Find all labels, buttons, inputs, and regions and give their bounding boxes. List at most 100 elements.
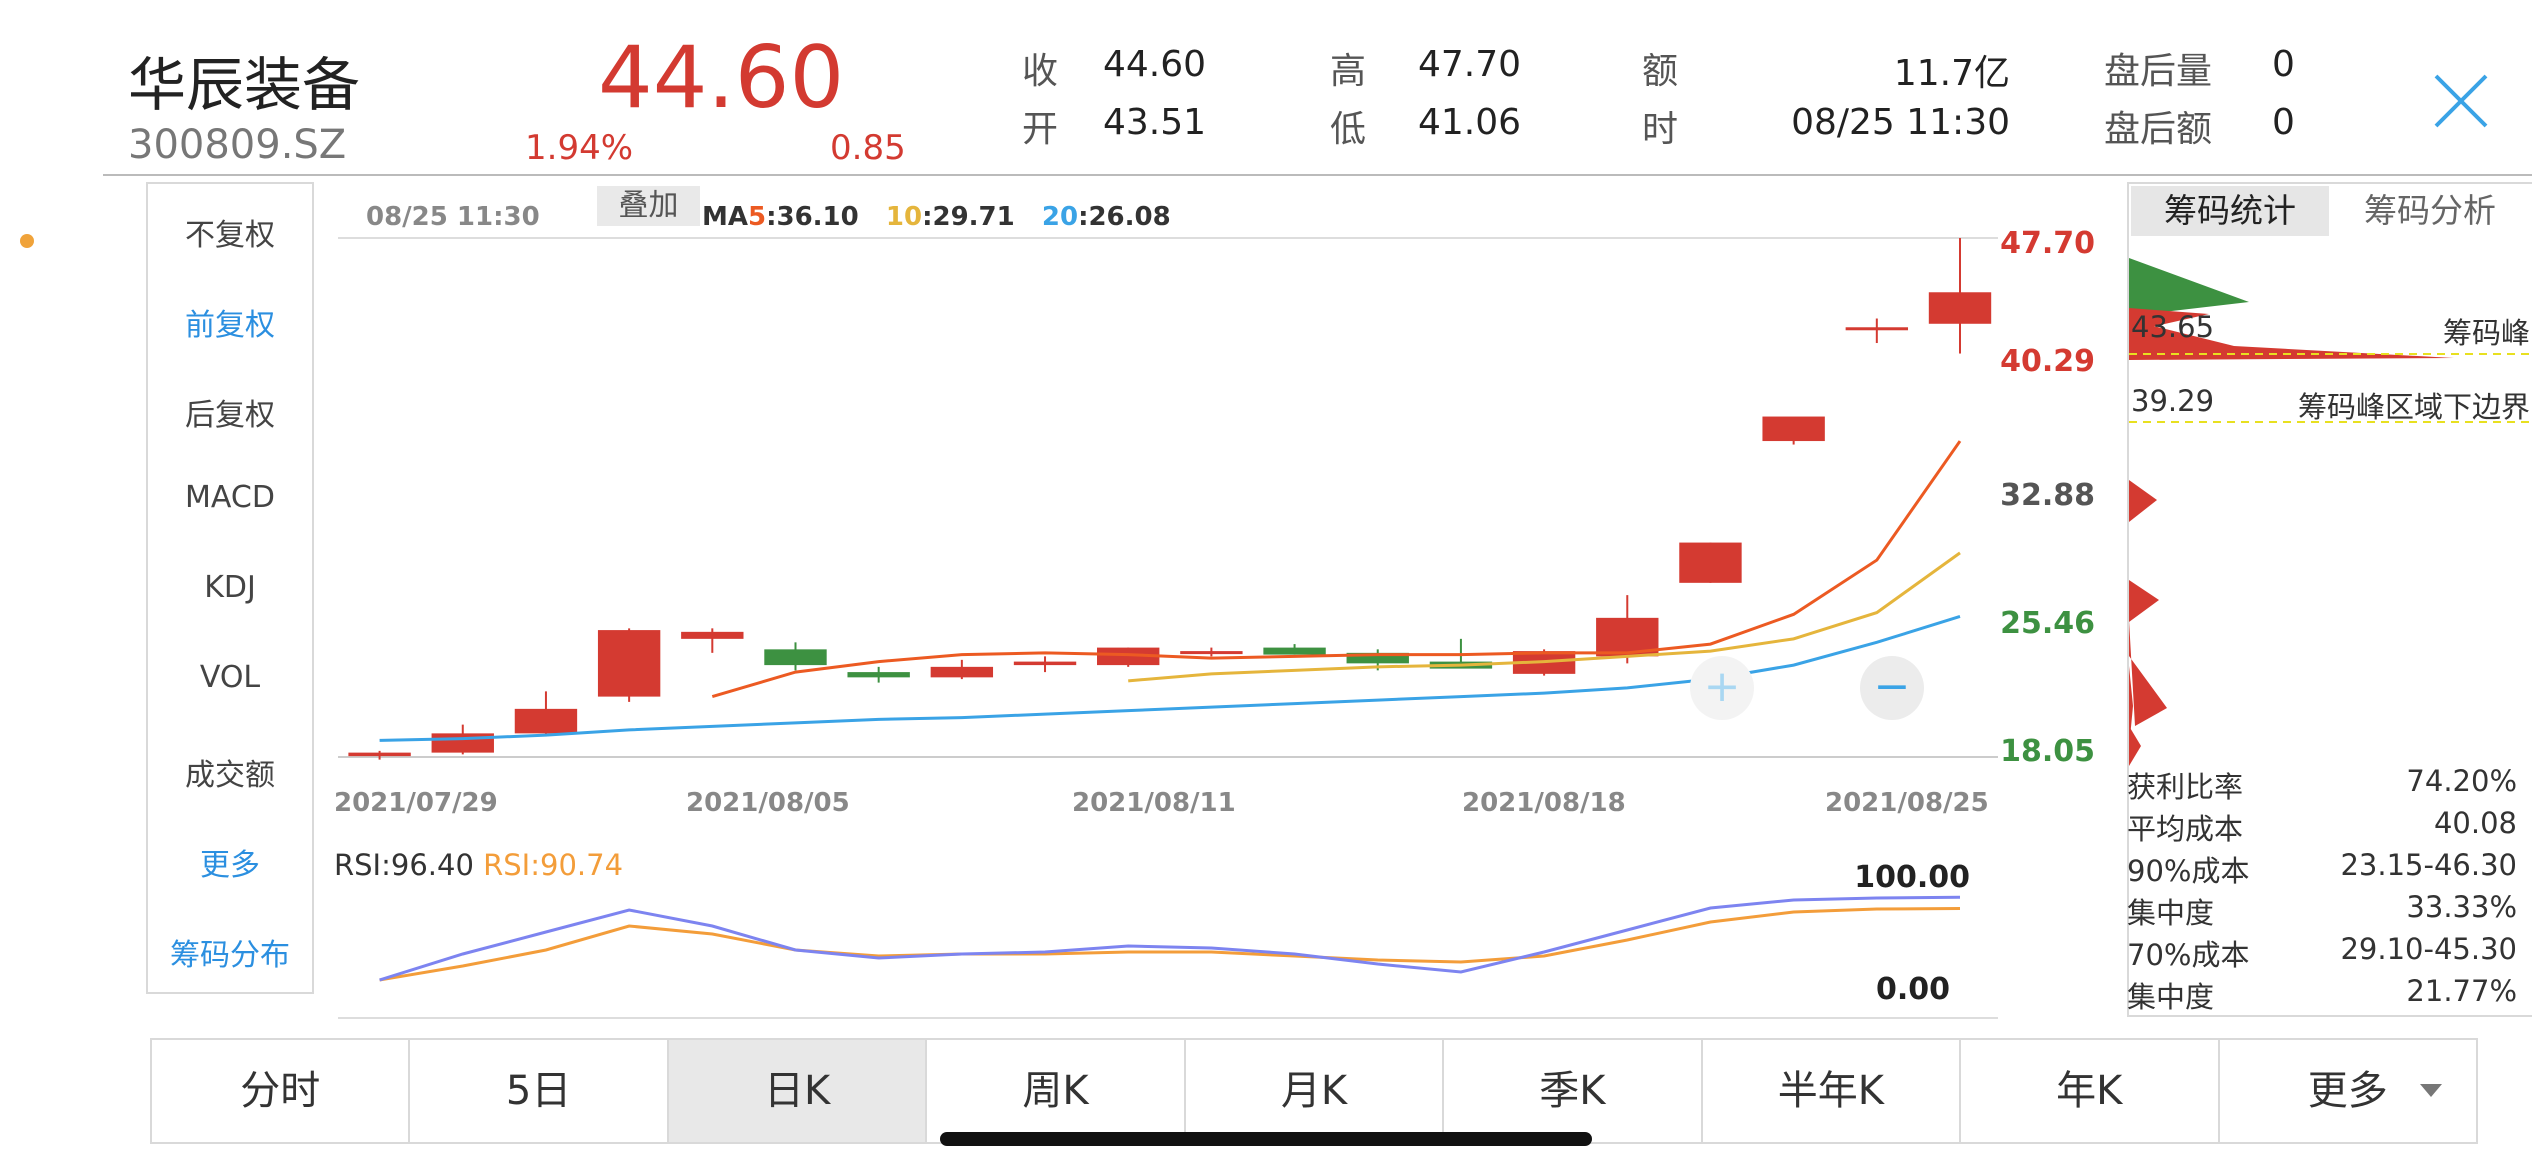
candle-body	[764, 649, 827, 666]
high-label: 高	[1330, 51, 1367, 92]
after-hours-amount-value: 0	[2272, 102, 2295, 143]
rsi-y-min: 0.00	[1875, 972, 1950, 1007]
tab-more[interactable]: 更多	[2220, 1040, 2476, 1142]
menu-kdj[interactable]: KDJ	[148, 570, 312, 605]
tab-quarterly-k[interactable]: 季K	[1444, 1040, 1703, 1142]
stat-profit-ratio: 获利比率 74.20%	[2127, 764, 2517, 806]
tab-monthly-k[interactable]: 月K	[1186, 1040, 1445, 1142]
tab-half-year-k[interactable]: 半年K	[1703, 1040, 1962, 1142]
candle-body	[1928, 292, 1992, 324]
tab-yearly-k[interactable]: 年K	[1961, 1040, 2220, 1142]
stat-value: 21.77%	[2406, 974, 2517, 1008]
after-hours-volume-label: 盘后量	[2104, 51, 2213, 92]
indicator-dot	[20, 234, 34, 248]
candle-body	[681, 631, 744, 639]
chevron-down-icon	[2419, 1084, 2442, 1097]
zoom-in-icon: +	[1703, 661, 1741, 712]
x-label-1: 2021/07/29	[334, 788, 498, 818]
stat-average-cost: 平均成本 40.08	[2127, 806, 2517, 848]
x-label-3: 2021/08/11	[1072, 788, 1236, 818]
stock-name: 华辰装备	[128, 51, 361, 119]
candle-body	[514, 708, 578, 734]
menu-turnover[interactable]: 成交额	[148, 750, 312, 794]
menu-vol[interactable]: VOL	[148, 660, 312, 695]
candle-body	[1762, 416, 1825, 442]
stat-value: 23.15-46.30	[2340, 848, 2517, 882]
period-tabs: 分时 5日 日K 周K 月K 季K 半年K 年K 更多	[150, 1038, 2478, 1144]
lower-boundary-price: 39.29	[2131, 384, 2215, 418]
tab-chip-analysis[interactable]: 筹码分析	[2331, 186, 2529, 236]
stat-value: 33.33%	[2406, 890, 2517, 924]
stat-label: 70%成本	[2127, 938, 2250, 972]
open-value: 43.51	[1103, 102, 1207, 143]
header-divider	[103, 174, 2532, 176]
rsi-1-label: RSI:96.40	[334, 848, 474, 882]
change-amount: 0.85	[830, 128, 906, 168]
menu-backward-adjust[interactable]: 后复权	[148, 390, 312, 434]
y-label-max: 47.70	[2000, 226, 2095, 261]
zoom-out-icon: −	[1873, 661, 1911, 712]
close-label: 收	[1022, 51, 1059, 92]
menu-macd[interactable]: MACD	[148, 480, 312, 515]
turnover-label: 额	[1642, 51, 1679, 92]
stat-cost-90: 90%成本 23.15-46.30	[2127, 848, 2517, 890]
candle-body	[930, 666, 994, 678]
candle-body	[1679, 542, 1742, 583]
rsi-legend: RSI:96.40 RSI:90.74	[334, 848, 623, 882]
lower-boundary-label: 筹码峰区域下边界	[2297, 390, 2530, 424]
candle-body	[1013, 661, 1077, 666]
after-hours-amount-label: 盘后额	[2104, 109, 2213, 150]
candle-body	[1263, 647, 1326, 655]
candle-body	[597, 630, 661, 697]
zoom-out-button[interactable]: −	[1860, 656, 1924, 720]
stat-label: 集中度	[2127, 980, 2215, 1014]
x-label-4: 2021/08/18	[1462, 788, 1626, 818]
peak-price: 43.65	[2131, 310, 2215, 344]
candle-body	[1180, 651, 1243, 655]
tab-5day[interactable]: 5日	[410, 1040, 669, 1142]
stat-concentration-90: 集中度 33.33%	[2127, 890, 2517, 932]
close-button[interactable]	[2430, 68, 2494, 132]
change-percent: 1.94%	[525, 128, 634, 168]
close-value: 44.60	[1103, 44, 1207, 85]
candle-body	[348, 752, 411, 757]
current-price: 44.60	[598, 28, 845, 128]
candle-body	[847, 672, 910, 678]
ma10-line	[1128, 551, 1961, 683]
y-label-3: 32.88	[2000, 478, 2095, 513]
x-label-5: 2021/08/25	[1825, 788, 1989, 818]
time-label: 时	[1642, 109, 1679, 150]
rsi-y-max: 100.00	[1854, 860, 1970, 895]
tab-chip-stats[interactable]: 筹码统计	[2131, 186, 2329, 236]
low-value: 41.06	[1418, 102, 1522, 143]
tab-intraday[interactable]: 分时	[152, 1040, 411, 1142]
menu-no-adjust[interactable]: 不复权	[148, 210, 312, 254]
y-label-4: 25.46	[2000, 606, 2095, 641]
stat-value: 40.08	[2433, 806, 2517, 840]
tab-daily-k[interactable]: 日K	[668, 1040, 928, 1142]
tab-weekly-k[interactable]: 周K	[927, 1040, 1186, 1142]
home-indicator	[940, 1132, 1592, 1146]
peak-label: 筹码峰	[2442, 316, 2530, 350]
rsi-2-label: RSI:90.74	[483, 848, 624, 882]
stat-label: 90%成本	[2127, 854, 2250, 888]
menu-chip-distribution[interactable]: 筹码分布	[148, 930, 312, 974]
menu-more[interactable]: 更多	[148, 840, 312, 884]
stat-value: 74.20%	[2406, 764, 2517, 798]
ma5-line	[711, 440, 1962, 699]
menu-forward-adjust[interactable]: 前复权	[148, 300, 312, 344]
stat-value: 29.10-45.30	[2340, 932, 2517, 966]
y-label-2: 40.29	[2000, 344, 2095, 379]
candlestick-chart[interactable]	[320, 180, 2000, 1020]
turnover-value: 11.7亿	[1893, 53, 2010, 94]
after-hours-volume-value: 0	[2272, 44, 2295, 85]
high-value: 47.70	[1418, 44, 1522, 85]
candle-body	[1845, 327, 1909, 331]
time-value: 08/25 11:30	[1791, 102, 2010, 143]
x-label-2: 2021/08/05	[686, 788, 850, 818]
left-menu: 不复权 前复权 后复权 MACD KDJ VOL 成交额 更多 筹码分布	[146, 182, 314, 994]
stock-code: 300809.SZ	[128, 122, 347, 168]
stat-label: 获利比率	[2127, 770, 2244, 804]
close-icon	[2434, 74, 2488, 128]
zoom-in-button[interactable]: +	[1690, 656, 1754, 720]
